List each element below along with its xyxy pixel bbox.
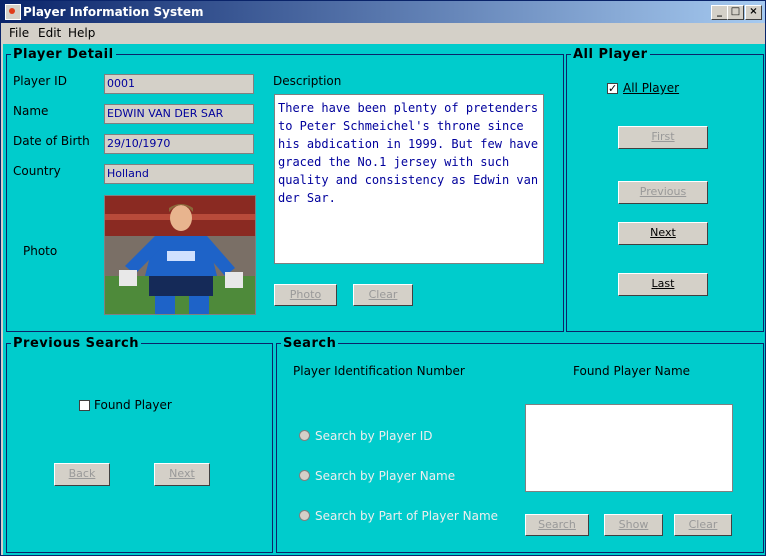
previous-search-next-button[interactable]: Next <box>154 463 210 486</box>
name-label: Name <box>13 104 49 118</box>
search-button[interactable]: Search <box>525 514 589 536</box>
show-button[interactable]: Show <box>604 514 663 536</box>
content-panel: Player Detail Player ID 0001 Name EDWIN … <box>3 44 765 555</box>
maximize-button[interactable]: □ <box>727 5 744 20</box>
found-player-name-header: Found Player Name <box>573 364 691 378</box>
first-button[interactable]: First <box>618 126 708 149</box>
name-field[interactable]: EDWIN VAN DER SAR <box>104 104 254 124</box>
all-player-checkbox-label[interactable]: All Player <box>623 81 679 95</box>
minimize-button[interactable]: _ <box>711 5 728 20</box>
search-by-part-label[interactable]: Search by Part of Player Name <box>315 509 498 523</box>
country-label: Country <box>13 164 61 178</box>
all-player-title: All Player <box>571 47 650 62</box>
search-by-name-label[interactable]: Search by Player Name <box>315 469 455 483</box>
menu-edit[interactable]: Edit <box>38 26 61 40</box>
last-button[interactable]: Last <box>618 273 708 296</box>
clear-detail-button[interactable]: Clear <box>353 284 413 306</box>
search-by-name-radio[interactable] <box>299 470 310 481</box>
player-photo <box>104 195 256 315</box>
window-title: Player Information System <box>23 5 204 19</box>
description-textarea[interactable]: There have been plenty of pretenders to … <box>274 94 544 264</box>
country-field[interactable]: Holland <box>104 164 254 184</box>
back-button[interactable]: Back <box>54 463 110 486</box>
close-button[interactable]: × <box>745 5 762 20</box>
player-detail-title: Player Detail <box>11 47 116 62</box>
application-window: Player Information System _ □ × File Edi… <box>0 0 766 556</box>
search-by-id-radio[interactable] <box>299 430 310 441</box>
menu-file[interactable]: File <box>9 26 29 40</box>
previous-search-title: Previous Search <box>11 336 141 351</box>
java-app-icon <box>5 4 21 20</box>
found-player-list[interactable] <box>525 404 733 492</box>
previous-search-panel <box>6 343 273 553</box>
search-title: Search <box>281 336 339 351</box>
previous-button[interactable]: Previous <box>618 181 708 204</box>
menu-help[interactable]: Help <box>68 26 95 40</box>
dob-field[interactable]: 29/10/1970 <box>104 134 254 154</box>
title-bar: Player Information System _ □ × <box>1 1 765 23</box>
search-by-id-label[interactable]: Search by Player ID <box>315 429 433 443</box>
player-photo-image <box>105 196 255 314</box>
menu-bar: File Edit Help <box>1 23 765 43</box>
search-by-part-radio[interactable] <box>299 510 310 521</box>
photo-label: Photo <box>23 244 58 258</box>
next-button[interactable]: Next <box>618 222 708 245</box>
all-player-checkbox[interactable]: ✓ <box>607 83 618 94</box>
player-id-label: Player ID <box>13 74 67 88</box>
found-player-label[interactable]: Found Player <box>94 398 172 412</box>
dob-label: Date of Birth <box>13 134 90 148</box>
player-id-field[interactable]: 0001 <box>104 74 254 94</box>
description-label: Description <box>273 74 342 88</box>
photo-button[interactable]: Photo <box>274 284 337 306</box>
clear-search-button[interactable]: Clear <box>674 514 732 536</box>
player-id-number-header: Player Identification Number <box>293 364 465 378</box>
found-player-checkbox[interactable] <box>79 400 90 411</box>
